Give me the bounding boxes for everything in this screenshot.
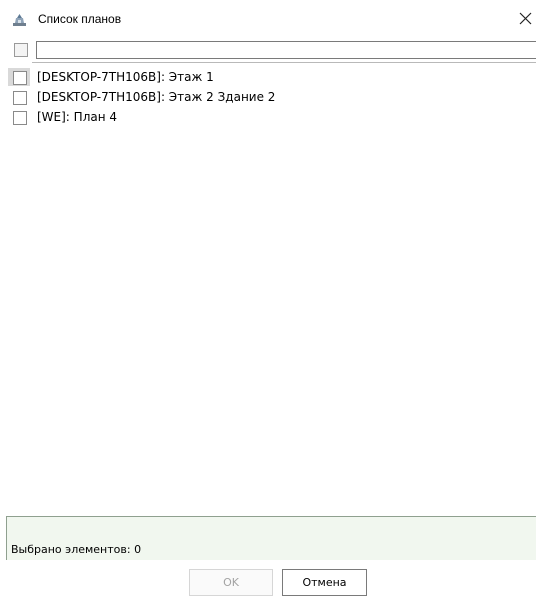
window-title: Список планов xyxy=(38,12,122,26)
select-all-checkbox[interactable] xyxy=(14,43,28,57)
plans-list: [DESKTOP-7TH106B]: Этаж 1 [DESKTOP-7TH10… xyxy=(0,66,536,126)
plan-label: [WE]: План 4 xyxy=(37,110,118,124)
plan-label: [DESKTOP-7TH106B]: Этаж 2 Здание 2 xyxy=(37,90,276,104)
filter-input[interactable] xyxy=(36,41,536,59)
filter-divider xyxy=(32,62,536,63)
plan-checkbox[interactable] xyxy=(8,88,30,106)
cancel-button[interactable]: Отмена xyxy=(282,569,367,596)
plan-checkbox[interactable] xyxy=(8,108,30,126)
filter-row xyxy=(0,40,536,64)
ok-button[interactable]: OK xyxy=(189,569,273,596)
plan-checkbox[interactable] xyxy=(8,68,30,86)
list-item[interactable]: [DESKTOP-7TH106B]: Этаж 2 Здание 2 xyxy=(0,86,536,106)
title-bar: Список планов xyxy=(0,0,536,36)
plan-label: [DESKTOP-7TH106B]: Этаж 1 xyxy=(37,70,214,84)
close-button[interactable] xyxy=(514,8,536,30)
selected-count-text: Выбрано элементов: 0 xyxy=(11,543,142,556)
close-icon xyxy=(519,12,532,25)
list-item[interactable]: [DESKTOP-7TH106B]: Этаж 1 xyxy=(0,66,536,86)
list-item[interactable]: [WE]: План 4 xyxy=(0,106,536,126)
plan-map-icon xyxy=(12,12,27,27)
